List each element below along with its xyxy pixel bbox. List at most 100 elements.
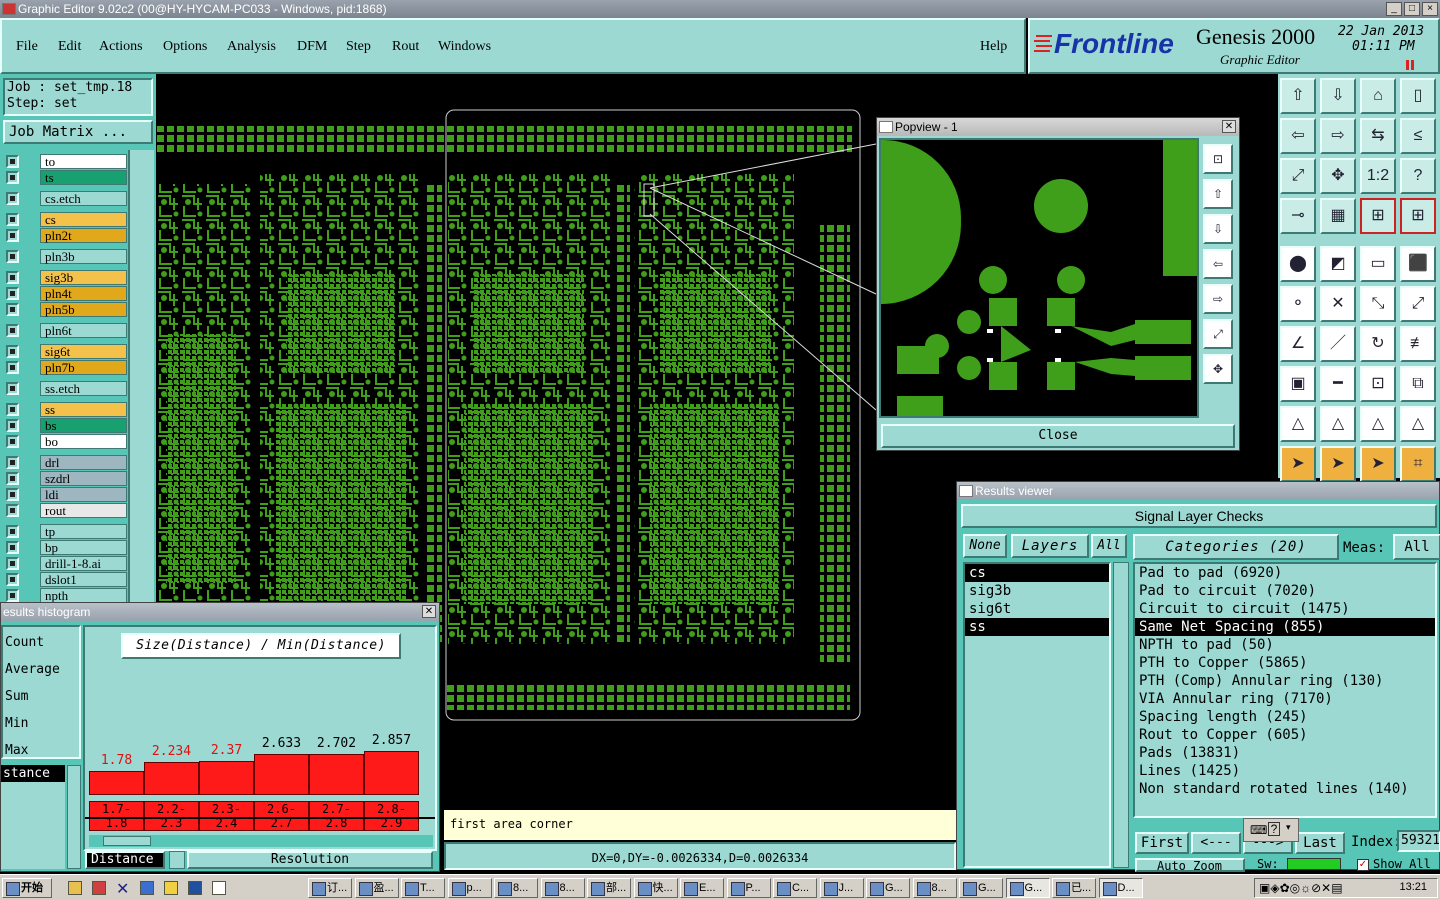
layer-row[interactable]: drl [4,455,127,470]
popview-fit-icon[interactable]: ⤢ [1203,319,1233,349]
menu-windows[interactable]: Windows [438,39,491,55]
tool-zoom-home-icon[interactable]: ⇧ [1280,78,1316,114]
bar-range-label[interactable]: 2.6- 2.7 [254,801,309,831]
popview-pan-icon[interactable]: ✥ [1203,354,1233,384]
menu-actions[interactable]: Actions [99,39,143,55]
category-item[interactable]: VIA Annular ring (7170) [1135,690,1435,708]
tool-layer2-icon[interactable]: ⊞ [1400,198,1436,234]
tool-copy-icon[interactable]: ⧉ [1400,366,1436,402]
distance-spin[interactable] [169,851,185,869]
quick-launch-icon[interactable] [212,881,226,895]
quick-launch-icon[interactable] [140,881,154,895]
tool-box-icon[interactable]: ⊡ [1360,366,1396,402]
tool-window-icon[interactable]: ▯ [1400,78,1436,114]
layer-name[interactable]: pln5b [40,302,127,317]
category-item[interactable]: Same Net Spacing (855) [1135,618,1435,636]
histogram-bar[interactable] [144,762,199,795]
layer-row[interactable]: npth [4,588,127,603]
layer-name[interactable]: pln4t [40,286,127,301]
tool-layer-icon[interactable]: ⊞ [1360,198,1396,234]
layer-row[interactable]: cs.etch [4,191,127,206]
layer-row[interactable]: tp [4,524,127,539]
layer-row[interactable]: to [4,154,127,169]
layer-checkbox[interactable] [6,557,19,570]
taskbar-button[interactable]: G... [866,878,910,898]
tool-square-pad-icon[interactable]: ⬛ [1400,246,1436,282]
tool-cross-icon[interactable]: ✕ [1320,286,1356,322]
histogram-bar[interactable] [89,771,144,795]
tool-move-icon[interactable]: ⤡ [1360,286,1396,322]
taskbar-button[interactable]: G... [1005,878,1050,898]
selected-stat[interactable]: stance [1,765,65,782]
layer-row[interactable]: pln4t [4,286,127,301]
maximize-button[interactable]: □ [1404,2,1420,16]
layer-checkbox[interactable] [6,403,19,416]
distance-button[interactable]: Distance [85,851,165,869]
layer-checkbox[interactable] [6,192,19,205]
category-list[interactable]: Pad to pad (6920) Pad to circuit (7020) Ci… [1133,562,1437,818]
layer-name[interactable]: cs [40,212,127,227]
layer-row[interactable]: rout [4,503,127,518]
layer-row[interactable]: pln7b [4,360,127,375]
layer-name[interactable]: ts [40,170,127,185]
layer-name[interactable]: npth [40,588,127,603]
layer-name[interactable]: cs.etch [40,191,127,206]
tool-pointer2-icon[interactable]: ➤ [1320,446,1356,482]
layer-row[interactable]: drill-1-8.ai [4,556,127,571]
layer-name[interactable]: szdrl [40,471,127,486]
layer-row[interactable]: cs [4,212,127,227]
layer-row[interactable]: bo [4,434,127,449]
tool-ratio-icon[interactable]: 1:2 [1360,158,1396,194]
histogram-bar[interactable] [309,754,364,795]
taskbar-button[interactable]: 已... [1052,878,1096,898]
keyboard-help-widget[interactable]: ⌨ ? ▾ [1243,818,1299,842]
taskbar-button[interactable]: T... [401,878,445,898]
taskbar-button[interactable]: 8... [494,878,538,898]
menu-step[interactable]: Step [346,39,371,55]
stat-select-list[interactable]: stance [1,765,65,869]
categories-button[interactable]: Categories (20) [1133,534,1339,560]
layer-checkbox[interactable] [6,504,19,517]
category-item[interactable]: Pad to circuit (7020) [1135,582,1435,600]
category-item[interactable]: PTH to Copper (5865) [1135,654,1435,672]
close-icon[interactable]: ✕ [422,605,436,618]
tool-move2-icon[interactable]: ⤢ [1400,286,1436,322]
layer-row[interactable]: szdrl [4,471,127,486]
meas-select[interactable]: All [1393,534,1440,560]
layer-checkbox[interactable] [6,573,19,586]
layer-checkbox[interactable] [6,589,19,602]
tool-arc-icon[interactable]: ≢ [1400,326,1436,362]
tool-snap-icon[interactable]: ≤ [1400,118,1436,154]
tool-grid-icon[interactable]: ▦ [1320,198,1356,234]
layer-checkbox[interactable] [6,361,19,374]
layer-checkbox[interactable] [6,324,19,337]
layer-row[interactable]: bs [4,418,127,433]
tool-home-icon[interactable]: ⌂ [1360,78,1396,114]
tool-triangle2-icon[interactable]: △ [1320,406,1356,442]
scroll-thumb[interactable] [103,836,151,846]
layer-name[interactable]: rout [40,503,127,518]
taskbar-button[interactable]: J... [819,878,864,898]
category-item[interactable]: Pad to pad (6920) [1135,564,1435,582]
taskbar-button[interactable]: P... [726,878,771,898]
layer-name[interactable]: tp [40,524,127,539]
taskbar-button[interactable]: 8... [540,878,585,898]
auto-zoom-button[interactable]: Auto Zoom [1135,858,1245,872]
layer-row[interactable]: dslot1 [4,572,127,587]
tool-triangle3-icon[interactable]: △ [1360,406,1396,442]
menu-help[interactable]: Help [980,39,1007,55]
menu-file[interactable]: File [16,39,38,55]
quick-launch-icon[interactable]: ✕ [116,879,129,899]
tool-pan-right-icon[interactable]: ⇨ [1320,118,1356,154]
layer-name[interactable]: ldi [40,487,127,502]
layer-checkbox[interactable] [6,303,19,316]
category-item[interactable]: NPTH to pad (50) [1135,636,1435,654]
layer-name[interactable]: sig6t [40,344,127,359]
layer-name[interactable]: sig3b [40,270,127,285]
layer-checkbox[interactable] [6,456,19,469]
tool-pan-down-icon[interactable]: ⇩ [1320,78,1356,114]
popview-zoom-icon[interactable]: ⊡ [1203,144,1233,174]
histogram-bar[interactable] [254,754,309,795]
all-layers-button[interactable]: All [1091,534,1127,558]
layer-name[interactable]: pln2t [40,228,127,243]
